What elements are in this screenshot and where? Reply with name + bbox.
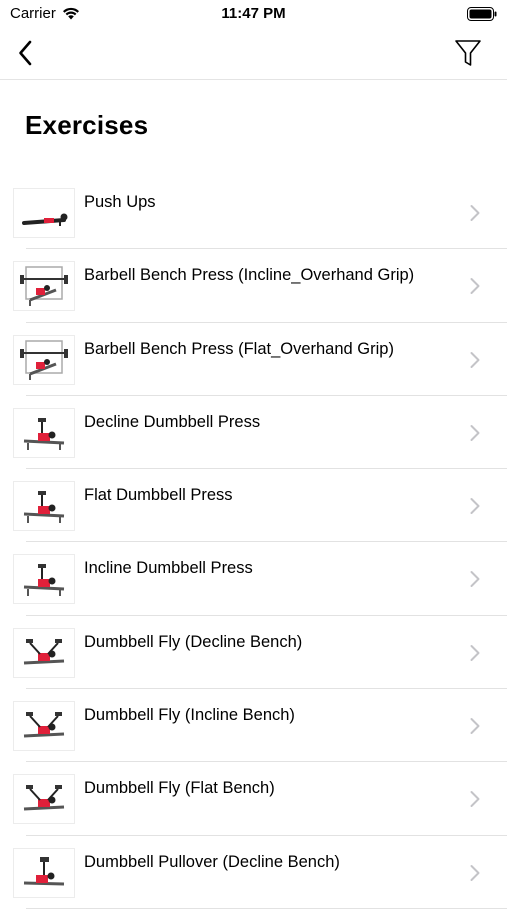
- filter-button[interactable]: [451, 36, 485, 70]
- exercise-name: Decline Dumbbell Press: [84, 412, 261, 431]
- exercise-name: Barbell Bench Press (Incline_Overhand Gr…: [84, 266, 415, 285]
- chevron-right-icon: [470, 498, 480, 515]
- chevron-left-icon: [19, 40, 32, 66]
- dumbbell-fly-thumbnail: [13, 701, 75, 752]
- exercise-name: Dumbbell Pullover (Decline Bench): [84, 852, 340, 871]
- list-item[interactable]: Dumbbell Fly (Decline Bench): [0, 616, 507, 690]
- exercise-name: Flat Dumbbell Press: [84, 486, 233, 505]
- barbell-bench-thumbnail: [13, 334, 75, 385]
- chevron-right-icon: [470, 644, 480, 661]
- exercise-name: Dumbbell Fly (Flat Bench): [84, 779, 275, 798]
- list-item[interactable]: Decline Dumbbell Press: [0, 396, 507, 470]
- chevron-right-icon: [470, 864, 480, 881]
- chevron-right-icon: [470, 791, 480, 808]
- exercise-name: Dumbbell Fly (Incline Bench): [84, 706, 295, 725]
- chevron-right-icon: [470, 351, 480, 368]
- list-item[interactable]: Dumbbell Pullover (Decline Bench): [0, 836, 507, 909]
- navigation-bar: [0, 28, 507, 80]
- barbell-bench-thumbnail: [13, 261, 75, 312]
- dumbbell-press-thumbnail: [13, 554, 75, 605]
- exercise-name: Barbell Bench Press (Flat_Overhand Grip): [84, 339, 394, 358]
- list-item[interactable]: Dumbbell Fly (Incline Bench): [0, 689, 507, 763]
- dumbbell-pullover-thumbnail: [13, 847, 75, 898]
- chevron-right-icon: [470, 278, 480, 295]
- dumbbell-press-thumbnail: [13, 407, 75, 458]
- dumbbell-press-thumbnail: [13, 481, 75, 532]
- list-item[interactable]: Barbell Bench Press (Incline_Overhand Gr…: [0, 249, 507, 323]
- status-time: 11:47 PM: [221, 5, 286, 22]
- chevron-right-icon: [470, 718, 480, 735]
- list-item[interactable]: Push Ups: [0, 176, 507, 250]
- page-title: Exercises: [25, 110, 149, 140]
- filter-icon: [455, 40, 481, 66]
- push-up-thumbnail: [13, 188, 75, 238]
- status-bar: Carrier 11:47 PM: [0, 0, 507, 28]
- battery-icon: [467, 7, 497, 21]
- back-button[interactable]: [10, 36, 40, 70]
- list-item[interactable]: Barbell Bench Press (Flat_Overhand Grip): [0, 323, 507, 396]
- exercise-name: Dumbbell Fly (Decline Bench): [84, 632, 303, 651]
- exercise-name: Incline Dumbbell Press: [84, 559, 253, 578]
- list-item[interactable]: Incline Dumbbell Press: [0, 542, 507, 616]
- chevron-right-icon: [470, 205, 480, 221]
- list-item[interactable]: Flat Dumbbell Press: [0, 469, 507, 543]
- dumbbell-fly-thumbnail: [13, 774, 75, 825]
- chevron-right-icon: [470, 571, 480, 588]
- list-item[interactable]: Dumbbell Fly (Flat Bench): [0, 762, 507, 836]
- chevron-right-icon: [470, 424, 480, 441]
- exercise-list: Push Ups Barbell Bench Press (Incline_Ov…: [0, 176, 507, 909]
- dumbbell-fly-thumbnail: [13, 627, 75, 678]
- exercise-name: Push Ups: [84, 193, 156, 211]
